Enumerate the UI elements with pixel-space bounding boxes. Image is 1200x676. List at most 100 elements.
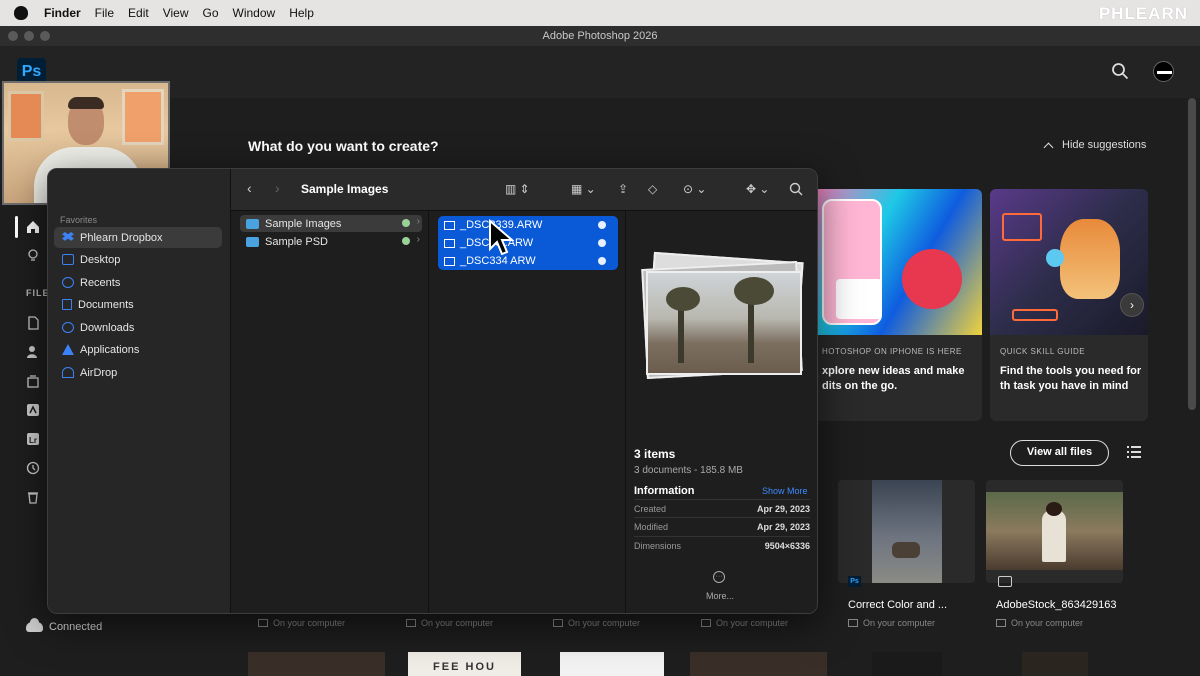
home-icon[interactable] xyxy=(22,218,44,236)
menu-help[interactable]: Help xyxy=(289,6,314,20)
minimize-window-button[interactable] xyxy=(24,31,34,41)
info-value: Apr 29, 2023 xyxy=(756,504,810,514)
history-icon[interactable] xyxy=(22,459,44,477)
file-thumbnail[interactable] xyxy=(838,480,975,583)
sidebar-item-phlearn-dropbox[interactable]: Phlearn Dropbox xyxy=(54,227,222,248)
suggestion-card-iphone[interactable]: HOTOSHOP ON IPHONE IS HERE xplore new id… xyxy=(812,189,982,421)
finder-sidebar: Favorites Phlearn Dropbox Desktop Recent… xyxy=(48,169,231,613)
info-key: Modified xyxy=(634,522,669,532)
card-description: Find the tools you need for th task you … xyxy=(1000,365,1142,392)
file-location-label: On your computer xyxy=(421,618,494,628)
folder-icon xyxy=(246,236,259,247)
sidebar-item-downloads[interactable]: Downloads xyxy=(54,317,222,338)
sidebar-item-applications[interactable]: Applications xyxy=(54,339,222,360)
lightroom-icon[interactable]: Lr xyxy=(22,430,44,448)
window-title: Adobe Photoshop 2026 xyxy=(542,30,658,42)
file-row[interactable]: _DSC33 .ARW xyxy=(438,234,618,252)
view-all-files-button[interactable]: View all files xyxy=(1010,440,1109,466)
file-thumbnail[interactable] xyxy=(1022,652,1088,676)
page-heading: What do you want to create? xyxy=(248,138,439,154)
menu-app-finder[interactable]: Finder xyxy=(44,6,81,20)
sidebar-item-recents[interactable]: Recents xyxy=(54,272,222,293)
shared-users-icon[interactable] xyxy=(22,343,44,361)
menu-edit[interactable]: Edit xyxy=(128,6,149,20)
applications-icon xyxy=(62,344,74,355)
file-name[interactable]: AdobeStock_863429163 xyxy=(996,599,1117,611)
file-thumbnail[interactable] xyxy=(690,652,827,676)
file-name[interactable]: Correct Color and ... xyxy=(848,599,947,611)
file-thumbnail[interactable] xyxy=(986,480,1123,583)
menu-go[interactable]: Go xyxy=(203,6,219,20)
synced-icon xyxy=(598,257,606,265)
menu-file[interactable]: File xyxy=(95,6,114,20)
sidebar-item-airdrop[interactable]: AirDrop xyxy=(54,362,222,383)
file-thumbnail[interactable] xyxy=(248,652,385,676)
back-button[interactable]: ‹ xyxy=(247,180,252,196)
card-description: xplore new ideas and make dits on the go… xyxy=(822,365,965,392)
folder-name: Sample Images xyxy=(265,217,342,230)
group-icon[interactable]: ▦ ⌄ xyxy=(571,182,596,196)
phlearn-watermark: PHLEARN xyxy=(1098,4,1188,23)
hide-suggestions-button[interactable]: Hide suggestions xyxy=(1043,139,1146,152)
adobe-stock-icon[interactable] xyxy=(22,401,44,419)
file-location: On your computer xyxy=(848,618,935,628)
connection-label: Connected xyxy=(49,621,103,633)
column-view-icon[interactable]: ▥ ⇕ xyxy=(505,182,530,196)
folder-row-sample-psd[interactable]: Sample PSD › xyxy=(240,233,422,250)
file-location-label: On your computer xyxy=(273,618,346,628)
synced-icon xyxy=(402,237,410,245)
forward-button[interactable]: › xyxy=(275,180,280,196)
close-window-button[interactable] xyxy=(8,31,18,41)
trash-icon[interactable] xyxy=(22,488,44,506)
libraries-icon[interactable] xyxy=(22,372,44,390)
menu-window[interactable]: Window xyxy=(233,6,276,20)
more-actions-icon[interactable]: ⊙ ⌄ xyxy=(683,182,706,196)
profile-avatar[interactable] xyxy=(1153,61,1174,82)
share-icon[interactable]: ⇪ xyxy=(618,182,628,196)
sidebar-item-label: Applications xyxy=(80,343,140,356)
preview-image xyxy=(646,271,802,375)
list-view-icon[interactable] xyxy=(1127,446,1141,458)
search-icon[interactable] xyxy=(789,182,803,196)
info-row-modified: Modified Apr 29, 2023 xyxy=(634,517,810,535)
sidebar-item-documents[interactable]: Documents xyxy=(54,294,222,315)
tag-icon[interactable]: ◇ xyxy=(648,182,657,196)
monitor-icon xyxy=(701,619,711,627)
mouse-cursor-icon xyxy=(489,219,514,256)
monitor-icon xyxy=(406,619,416,627)
folder-row-sample-images[interactable]: Sample Images › xyxy=(240,215,422,232)
dropbox-menu-icon[interactable]: ✥ ⌄ xyxy=(746,182,769,196)
document-icon[interactable] xyxy=(22,314,44,332)
synced-icon xyxy=(402,219,410,227)
image-file-icon xyxy=(444,256,455,266)
desktop-icon xyxy=(62,254,74,265)
more-icon[interactable]: ··· xyxy=(713,571,725,583)
menu-view[interactable]: View xyxy=(163,6,189,20)
folder-name: Sample PSD xyxy=(265,235,328,248)
zoom-window-button[interactable] xyxy=(40,31,50,41)
more-button[interactable]: More... xyxy=(706,591,734,601)
file-location-label: On your computer xyxy=(568,618,641,628)
connection-status: Connected xyxy=(26,618,103,633)
file-thumbnail[interactable] xyxy=(560,652,664,676)
finder-window-title: Sample Images xyxy=(301,182,389,196)
file-thumbnail[interactable]: FEE HOU xyxy=(408,652,521,676)
card-caption: HOTOSHOP ON IPHONE IS HERE xyxy=(822,347,962,356)
file-thumbnail[interactable] xyxy=(872,652,942,676)
file-column: _DSC3339.ARW _DSC33 .ARW _DSC334 ARW xyxy=(430,211,626,613)
monitor-icon xyxy=(553,619,563,627)
search-icon[interactable] xyxy=(1111,62,1129,80)
sidebar-item-label: Documents xyxy=(78,298,134,311)
document-icon xyxy=(62,299,72,310)
file-row[interactable]: _DSC3339.ARW xyxy=(438,216,618,234)
sidebar-item-label: Downloads xyxy=(80,321,135,334)
carousel-next-button[interactable]: › xyxy=(1120,293,1144,317)
lightbulb-icon[interactable] xyxy=(22,246,44,264)
apple-icon[interactable] xyxy=(14,6,28,20)
scrollbar[interactable] xyxy=(1188,98,1196,410)
active-indicator xyxy=(15,216,18,238)
show-more-link[interactable]: Show More xyxy=(762,486,808,496)
file-row[interactable]: _DSC334 ARW xyxy=(438,252,618,270)
file-location: On your computer xyxy=(258,618,345,628)
sidebar-item-desktop[interactable]: Desktop xyxy=(54,249,222,270)
